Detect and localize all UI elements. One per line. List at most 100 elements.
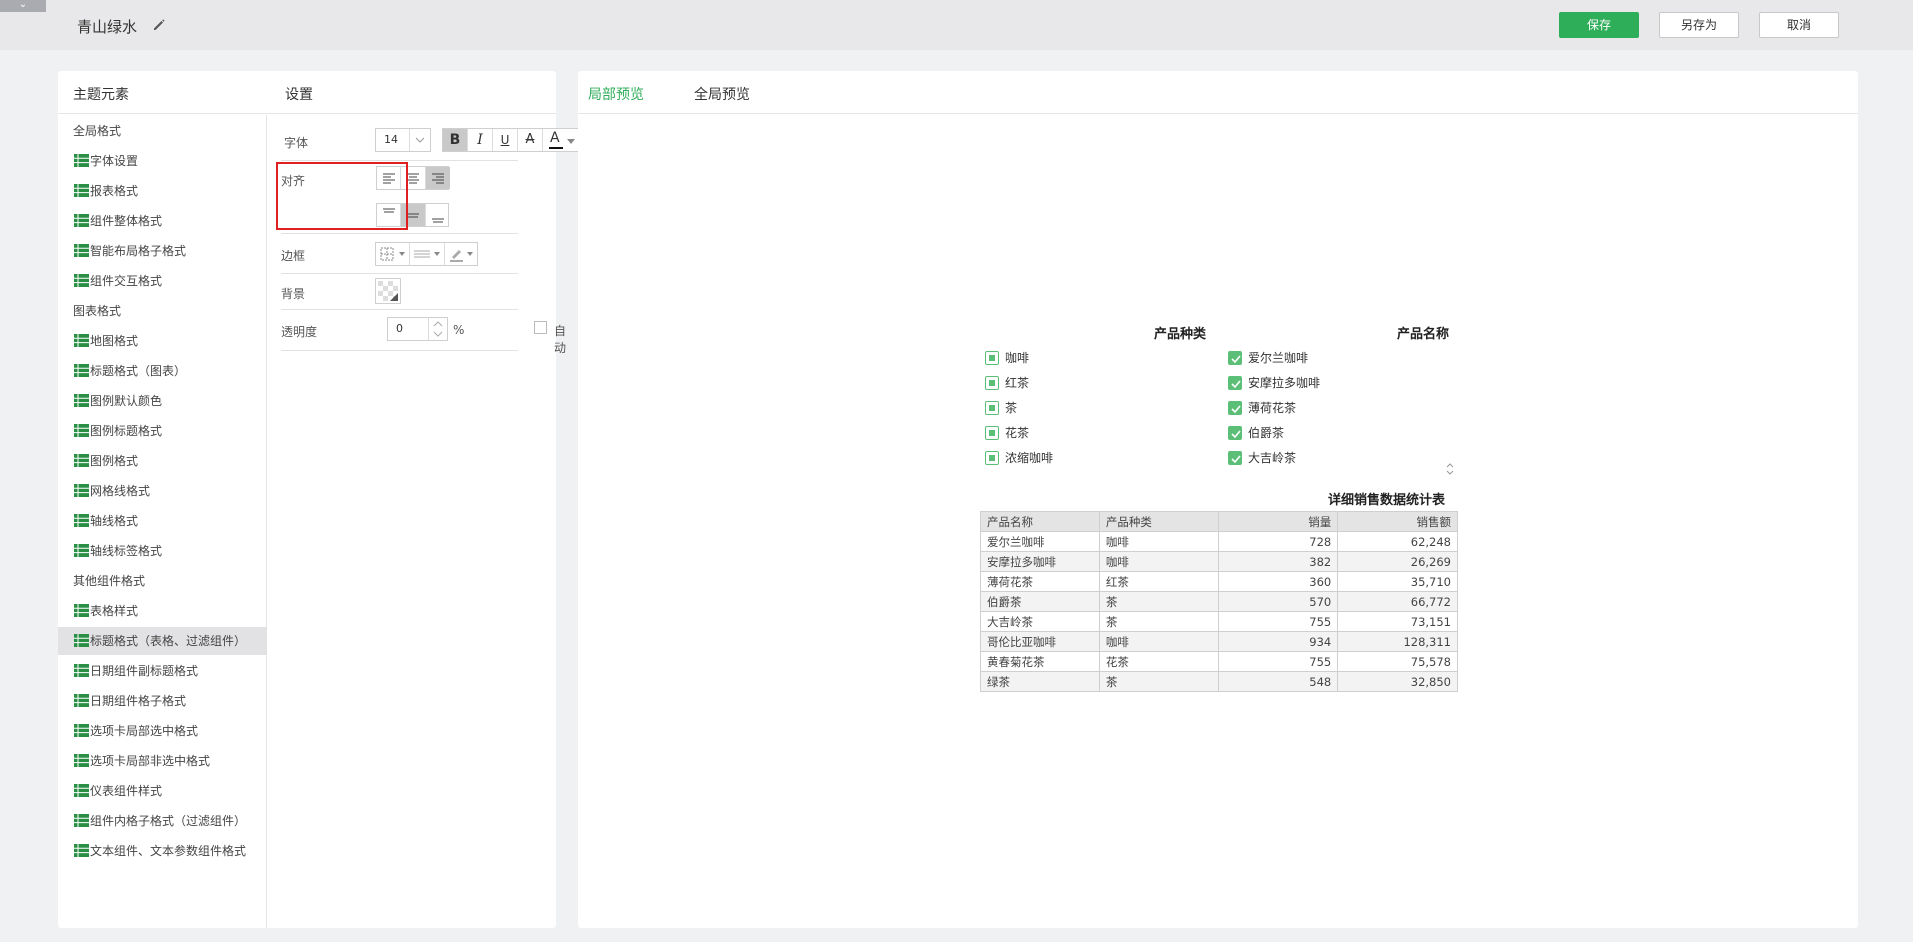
element-item[interactable]: 日期组件格子格式 xyxy=(58,687,267,715)
checkbox-partial-icon[interactable] xyxy=(985,450,999,465)
filter-option[interactable]: 花茶 xyxy=(985,424,1029,442)
table-cell: 128,311 xyxy=(1337,631,1458,652)
filter-option[interactable]: 茶 xyxy=(985,399,1017,417)
theme-title: 青山绿水 xyxy=(77,18,138,36)
column-header: 产品名称 xyxy=(980,511,1100,532)
edit-icon[interactable] xyxy=(151,17,167,33)
filter-option[interactable]: 爱尔兰咖啡 xyxy=(1228,349,1308,367)
element-item[interactable]: 图例默认颜色 xyxy=(58,387,267,415)
element-label: 轴线格式 xyxy=(90,514,139,528)
checkbox-partial-icon[interactable] xyxy=(985,375,999,390)
table-cell: 爱尔兰咖啡 xyxy=(980,531,1100,552)
table-icon xyxy=(74,604,89,617)
cancel-button[interactable]: 取消 xyxy=(1759,12,1839,38)
element-label: 报表格式 xyxy=(90,184,139,198)
element-group[interactable]: 其他组件格式 xyxy=(58,567,267,595)
element-item[interactable]: 智能布局格子格式 xyxy=(58,237,267,265)
checkbox-partial-icon[interactable] xyxy=(985,400,999,415)
checkbox-checked-icon[interactable] xyxy=(1228,350,1242,365)
underline-button[interactable]: U xyxy=(493,129,518,151)
tab-local-preview[interactable]: 局部预览 xyxy=(588,84,644,104)
tab-global-preview[interactable]: 全局预览 xyxy=(694,84,750,104)
checkbox-partial-icon[interactable] xyxy=(985,425,999,440)
filter-option[interactable]: 咖啡 xyxy=(985,349,1029,367)
table-icon xyxy=(74,814,89,827)
align-right-button[interactable] xyxy=(426,167,450,189)
element-item[interactable]: 组件整体格式 xyxy=(58,207,267,235)
divider xyxy=(281,273,518,274)
scroll-arrows-icon[interactable] xyxy=(1444,461,1456,477)
element-item[interactable]: 轴线格式 xyxy=(58,507,267,535)
element-item[interactable]: 图例标题格式 xyxy=(58,417,267,445)
bold-button[interactable]: B xyxy=(443,129,468,151)
element-item[interactable]: 日期组件副标题格式 xyxy=(58,657,267,685)
auto-label: 自动 xyxy=(554,324,567,355)
opacity-stepper[interactable]: 0 xyxy=(387,317,448,341)
save-as-button[interactable]: 另存为 xyxy=(1659,12,1739,38)
filter-option[interactable]: 薄荷花茶 xyxy=(1228,399,1296,417)
checkbox-checked-icon[interactable] xyxy=(1228,375,1242,390)
checkbox-checked-icon[interactable] xyxy=(1228,425,1242,440)
italic-button[interactable]: I xyxy=(468,129,493,151)
border-position-button[interactable] xyxy=(376,243,410,265)
filter-option[interactable]: 安摩拉多咖啡 xyxy=(1228,374,1320,392)
background-color-picker[interactable] xyxy=(375,278,401,304)
table-icon xyxy=(74,484,89,497)
checkbox-checked-icon[interactable] xyxy=(1228,400,1242,415)
font-size-select[interactable]: 14 xyxy=(375,128,431,152)
collapse-toggle[interactable]: ⌄ xyxy=(0,0,46,12)
top-bar: ⌄ 青山绿水 保存 另存为 取消 xyxy=(0,0,1913,50)
element-item[interactable]: 地图格式 xyxy=(58,327,267,355)
table-icon xyxy=(74,394,89,407)
table-icon xyxy=(74,334,89,347)
table-icon xyxy=(74,514,89,527)
font-color-button[interactable]: A xyxy=(543,129,580,151)
align-bottom-icon xyxy=(432,218,444,223)
element-item[interactable]: 仪表组件样式 xyxy=(58,777,267,805)
checkbox-partial-icon[interactable] xyxy=(985,350,999,365)
filter-option[interactable]: 大吉岭茶 xyxy=(1228,449,1296,467)
element-item[interactable]: 字体设置 xyxy=(58,147,267,175)
element-label: 文本组件、文本参数组件格式 xyxy=(90,844,247,858)
strikethrough-button[interactable]: A xyxy=(518,129,543,151)
element-label: 全局格式 xyxy=(73,124,122,138)
table-cell: 570 xyxy=(1217,591,1339,612)
element-item[interactable]: 网格线格式 xyxy=(58,477,267,505)
element-item[interactable]: 选项卡局部非选中格式 xyxy=(58,747,267,775)
table-cell: 934 xyxy=(1217,631,1339,652)
element-item[interactable]: 选项卡局部选中格式 xyxy=(58,717,267,745)
auto-checkbox[interactable] xyxy=(534,321,547,334)
element-item[interactable]: 表格样式 xyxy=(58,597,267,625)
chevron-up-icon[interactable] xyxy=(432,321,444,327)
filter-title-category: 产品种类 xyxy=(1154,327,1207,342)
border-style-button[interactable] xyxy=(410,243,445,265)
filter-option[interactable]: 浓缩咖啡 xyxy=(985,449,1053,467)
align-bottom-button[interactable] xyxy=(426,204,450,226)
element-group[interactable]: 全局格式 xyxy=(58,117,267,145)
save-button[interactable]: 保存 xyxy=(1559,12,1639,38)
element-item[interactable]: 标题格式（图表） xyxy=(58,357,267,385)
table-cell: 咖啡 xyxy=(1098,631,1219,652)
element-item[interactable]: 轴线标签格式 xyxy=(58,537,267,565)
preview-tabs: 局部预览 全局预览 xyxy=(578,71,1858,114)
checkbox-checked-icon[interactable] xyxy=(1228,450,1242,465)
border-toolbar xyxy=(375,242,478,266)
table-header-row: 产品名称 产品种类 销量 销售额 xyxy=(980,511,1458,532)
element-item[interactable]: 文本组件、文本参数组件格式 xyxy=(58,837,267,865)
element-item[interactable]: 报表格式 xyxy=(58,177,267,205)
element-item[interactable]: 组件交互格式 xyxy=(58,267,267,295)
element-group[interactable]: 图表格式 xyxy=(58,297,267,325)
table-cell: 548 xyxy=(1217,671,1339,692)
filter-option[interactable]: 伯爵茶 xyxy=(1228,424,1284,442)
element-item[interactable]: 图例格式 xyxy=(58,447,267,475)
table-title: 详细销售数据统计表 xyxy=(1328,493,1446,508)
border-color-button[interactable] xyxy=(445,243,479,265)
table-row: 绿茶茶 548 32,850 xyxy=(980,671,1458,692)
font-color-swatch xyxy=(549,147,563,149)
element-item[interactable]: 组件内格子格式（过滤组件） xyxy=(58,807,267,835)
table-cell: 咖啡 xyxy=(1098,531,1219,552)
chevron-down-icon[interactable] xyxy=(432,331,444,337)
element-item[interactable]: 标题格式（表格、过滤组件） xyxy=(58,627,267,655)
filter-option[interactable]: 红茶 xyxy=(985,374,1029,392)
filter-option-label: 爱尔兰咖啡 xyxy=(1248,351,1309,365)
